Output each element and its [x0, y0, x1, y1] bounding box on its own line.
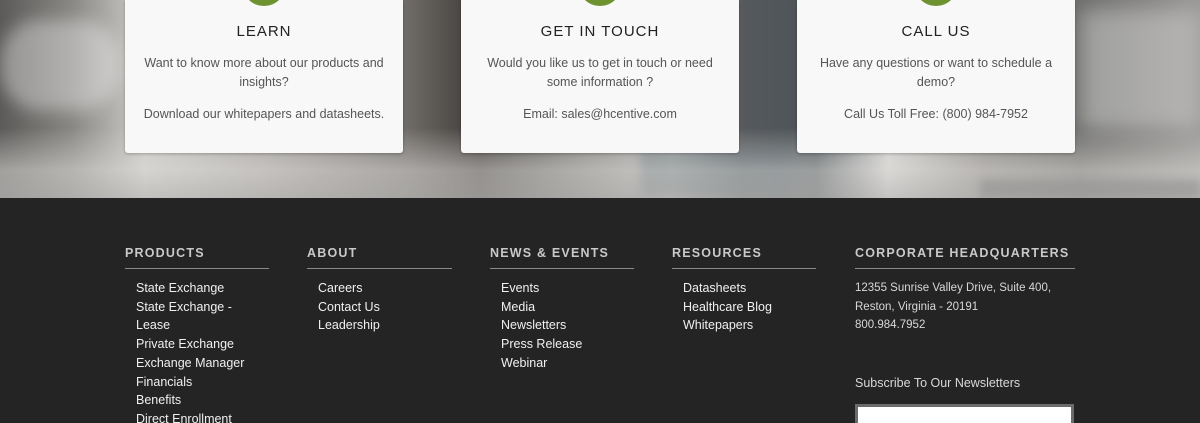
footer-link-state-exchange[interactable]: State Exchange	[136, 279, 269, 298]
footer-about: ABOUT Careers Contact Us Leadership	[307, 246, 452, 335]
card-description: Would you like us to get in touch or nee…	[487, 56, 713, 89]
footer-headquarters: CORPORATE HEADQUARTERS 12355 Sunrise Val…	[855, 246, 1075, 335]
subscribe-label: Subscribe To Our Newsletters	[855, 376, 1021, 390]
card-call-us: CALL US Have any questions or want to sc…	[797, 0, 1075, 153]
footer-link-healthcare-blog[interactable]: Healthcare Blog	[683, 298, 816, 317]
footer-link-press-release[interactable]: Press Release	[501, 335, 634, 354]
footer-link-direct-enrollment[interactable]: Direct Enrollment	[136, 410, 269, 423]
card-learn: LEARN Want to know more about our produc…	[125, 0, 403, 153]
phone-icon	[914, 0, 958, 6]
footer-link-state-exchange-lease[interactable]: State Exchange - Lease	[136, 298, 269, 335]
card-title: LEARN	[236, 23, 292, 40]
card-phone-link[interactable]: Call Us Toll Free: (800) 984-7952	[807, 105, 1065, 124]
footer-link-careers[interactable]: Careers	[318, 279, 452, 298]
footer-link-benefits[interactable]: Benefits	[136, 391, 269, 410]
footer-link-exchange-manager[interactable]: Exchange Manager	[136, 354, 269, 373]
card-description: Want to know more about our products and…	[144, 56, 384, 89]
footer-heading-hq: CORPORATE HEADQUARTERS	[855, 246, 1075, 269]
hero-banner: LEARN Want to know more about our produc…	[0, 0, 1200, 198]
footer-link-contact-us[interactable]: Contact Us	[318, 298, 452, 317]
learn-icon	[242, 0, 286, 6]
footer-link-events[interactable]: Events	[501, 279, 634, 298]
footer-link-whitepapers[interactable]: Whitepapers	[683, 316, 816, 335]
hq-address-line1: 12355 Sunrise Valley Drive, Suite 400,	[855, 282, 1052, 294]
hq-address-line2: Reston, Virginia - 20191	[855, 300, 979, 313]
footer-link-leadership[interactable]: Leadership	[318, 316, 452, 335]
footer-products: PRODUCTS State Exchange State Exchange -…	[125, 246, 269, 423]
footer-heading-news: NEWS & EVENTS	[490, 246, 634, 269]
footer-heading-resources: RESOURCES	[672, 246, 816, 269]
footer-link-media[interactable]: Media	[501, 298, 634, 317]
site-footer: PRODUCTS State Exchange State Exchange -…	[0, 198, 1200, 423]
footer-heading-about: ABOUT	[307, 246, 452, 269]
newsletter-email-input[interactable]	[855, 404, 1074, 423]
footer-link-datasheets[interactable]: Datasheets	[683, 279, 816, 298]
footer-link-newsletters[interactable]: Newsletters	[501, 316, 634, 335]
card-email-link[interactable]: Email: sales@hcentive.com	[471, 105, 729, 124]
footer-heading-products: PRODUCTS	[125, 246, 269, 269]
contact-icon	[578, 0, 622, 6]
footer-news-events: NEWS & EVENTS Events Media Newsletters P…	[490, 246, 634, 373]
card-get-in-touch: GET IN TOUCH Would you like us to get in…	[461, 0, 739, 153]
footer-link-private-exchange[interactable]: Private Exchange	[136, 335, 269, 354]
footer-resources: RESOURCES Datasheets Healthcare Blog Whi…	[672, 246, 816, 335]
footer-link-financials[interactable]: Financials	[136, 373, 269, 392]
card-link-downloads[interactable]: Download our whitepapers and datasheets.	[135, 105, 393, 124]
hq-phone[interactable]: 800.984.7952	[855, 316, 1075, 335]
card-description: Have any questions or want to schedule a…	[819, 56, 1053, 89]
card-title: GET IN TOUCH	[540, 23, 660, 40]
footer-link-webinar[interactable]: Webinar	[501, 354, 634, 373]
card-title: CALL US	[901, 23, 971, 40]
